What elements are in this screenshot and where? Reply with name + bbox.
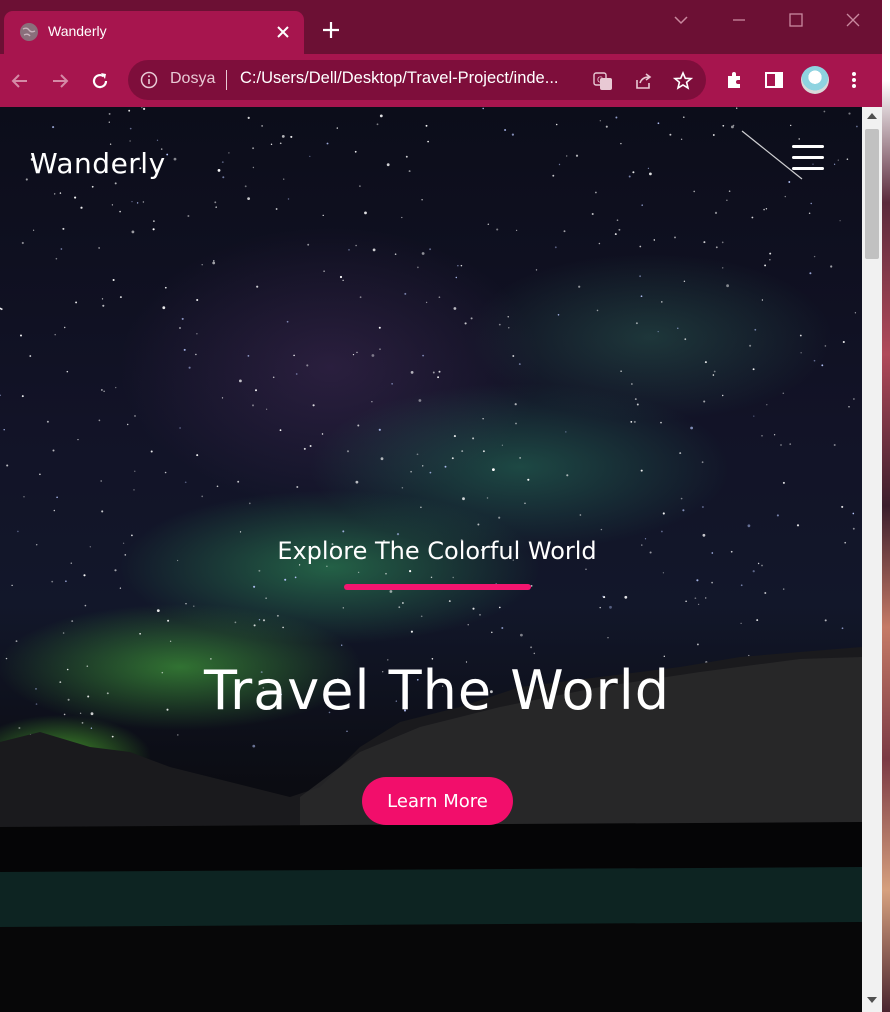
- svg-text:G: G: [597, 76, 603, 85]
- close-window-icon[interactable]: [838, 8, 868, 32]
- star-icon[interactable]: [672, 70, 694, 92]
- maximize-icon[interactable]: [781, 8, 811, 32]
- page-viewport: Wanderly Explore The Colorful World Trav…: [0, 107, 862, 1012]
- scroll-up-arrow-icon[interactable]: [867, 113, 877, 119]
- site-logo[interactable]: Wanderly: [30, 147, 166, 180]
- address-bar[interactable]: Dosya C:/Users/Dell/Desktop/Travel-Proje…: [128, 60, 706, 100]
- learn-more-button[interactable]: Learn More: [362, 777, 513, 825]
- address-divider: [226, 70, 227, 90]
- hero-title: Travel The World: [203, 659, 671, 722]
- translate-icon[interactable]: G: [592, 70, 614, 92]
- scroll-thumb[interactable]: [865, 129, 879, 259]
- info-icon[interactable]: [140, 71, 158, 89]
- close-icon[interactable]: [272, 21, 294, 43]
- desktop-background-strip: [882, 0, 890, 1012]
- url-text[interactable]: C:/Users/Dell/Desktop/Travel-Project/ind…: [240, 69, 559, 88]
- reload-icon[interactable]: [86, 67, 114, 95]
- plus-icon[interactable]: [318, 20, 344, 46]
- avatar[interactable]: [801, 66, 829, 94]
- hamburger-icon[interactable]: [792, 145, 826, 175]
- forward-icon[interactable]: [46, 67, 74, 95]
- sidepanel-icon[interactable]: [762, 68, 786, 92]
- site-info-label[interactable]: Dosya: [170, 70, 215, 88]
- minimize-icon[interactable]: [724, 8, 754, 32]
- hero-subtitle: Explore The Colorful World: [277, 537, 597, 565]
- vertical-scrollbar[interactable]: [862, 107, 882, 1012]
- tab-wanderly[interactable]: Wanderly: [4, 11, 304, 54]
- tab-title: Wanderly: [48, 23, 107, 39]
- more-icon[interactable]: [842, 68, 866, 92]
- globe-icon: [20, 23, 38, 41]
- chevron-down-icon[interactable]: [666, 8, 696, 32]
- title-bar: Wanderly: [0, 0, 882, 54]
- share-icon[interactable]: [633, 70, 655, 92]
- scroll-down-arrow-icon[interactable]: [867, 997, 877, 1003]
- extensions-icon[interactable]: [722, 68, 746, 92]
- browser-toolbar: Dosya C:/Users/Dell/Desktop/Travel-Proje…: [0, 54, 882, 107]
- browser-window: Wanderly Dosya C:/Users/Dell/Desktop/Tra…: [0, 0, 882, 1012]
- subtitle-underline: [344, 584, 531, 590]
- back-icon[interactable]: [6, 67, 34, 95]
